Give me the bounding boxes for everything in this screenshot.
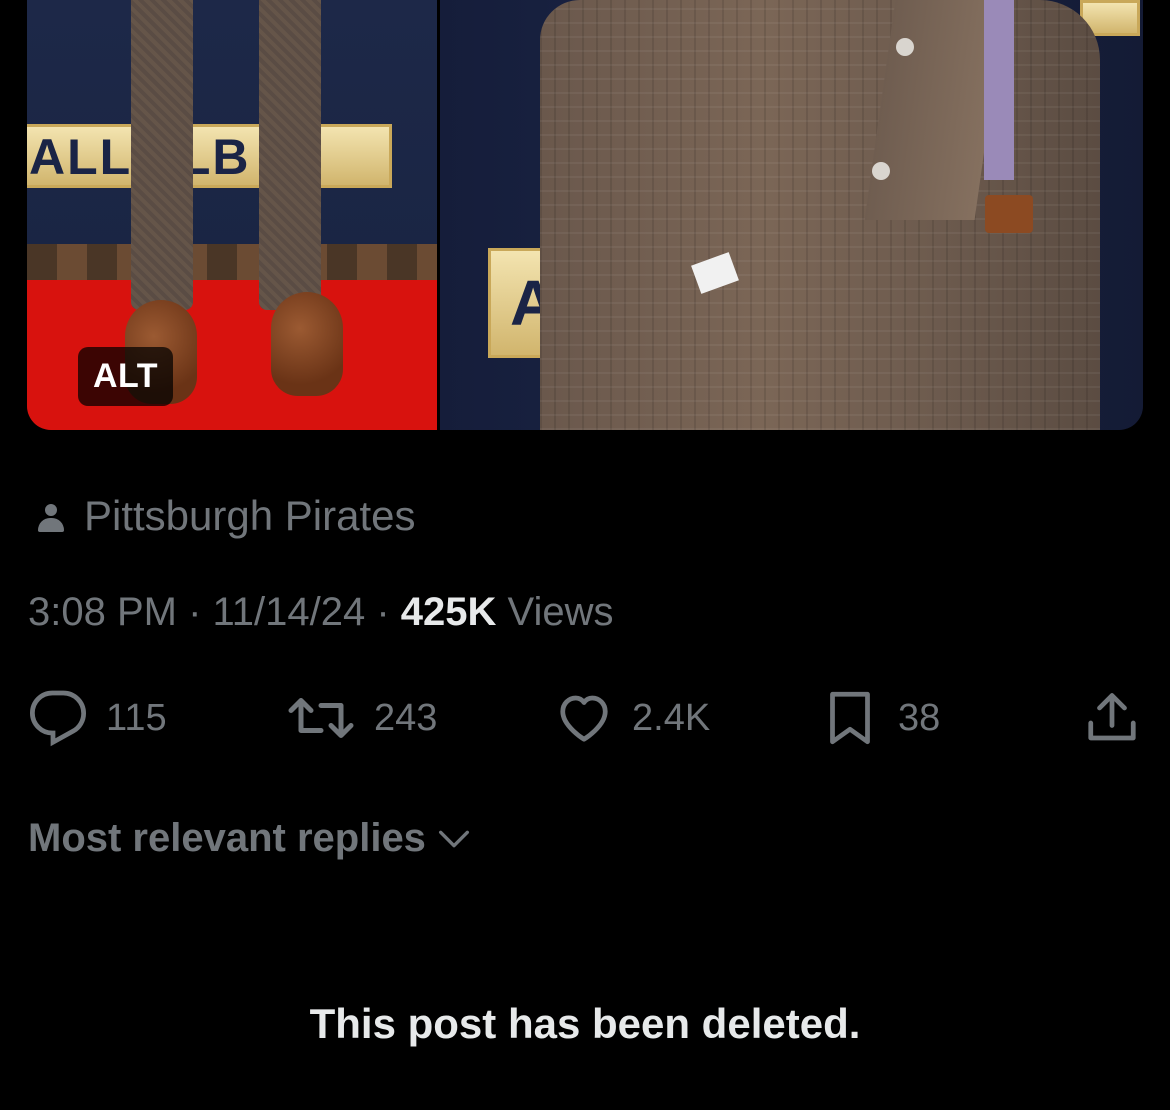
heart-icon <box>560 695 608 742</box>
belt <box>985 195 1033 233</box>
bookmark-button[interactable]: 38 <box>820 688 940 748</box>
share-button[interactable] <box>1082 688 1142 748</box>
replies-sort-toggle[interactable]: Most relevant replies <box>28 816 474 861</box>
reply-icon <box>29 690 87 747</box>
shirt <box>984 0 1014 180</box>
jacket-button <box>872 162 890 180</box>
views-count[interactable]: 425K <box>401 590 497 634</box>
chevron-down-icon <box>438 830 469 847</box>
meta-separator: · <box>176 590 213 634</box>
left-leg <box>131 0 193 310</box>
bookmark-count: 38 <box>898 696 941 739</box>
post-time[interactable]: 3:08 PM <box>28 590 177 634</box>
carpet-border <box>27 244 437 280</box>
reply-button[interactable]: 115 <box>28 688 167 748</box>
right-shoe <box>271 292 343 396</box>
right-leg <box>259 0 321 310</box>
like-button[interactable]: 2.4K <box>554 688 710 748</box>
author-row[interactable]: Pittsburgh Pirates <box>36 492 416 540</box>
deleted-post-notice: This post has been deleted. <box>309 1000 861 1047</box>
post-meta: 3:08 PM · 11/14/24 · 425K Views <box>28 590 614 635</box>
reply-count: 115 <box>106 696 167 739</box>
share-icon <box>1088 693 1136 741</box>
jacket-button <box>896 38 914 56</box>
repost-count: 243 <box>374 696 438 739</box>
meta-separator: · <box>365 590 401 634</box>
action-bar: 115 243 2.4K 38 <box>0 688 1170 748</box>
replies-sort-label: Most relevant replies <box>28 816 426 860</box>
media-grid: ALL LB AL ALT <box>27 0 1143 430</box>
like-count: 2.4K <box>632 696 711 739</box>
suit-jacket <box>540 0 1100 430</box>
shirt-cuff <box>691 252 739 294</box>
author-name[interactable]: Pittsburgh Pirates <box>84 492 416 540</box>
post-date[interactable]: 11/14/24 <box>213 590 366 634</box>
alt-text-badge[interactable]: ALT <box>78 347 174 406</box>
repost-button[interactable]: 243 <box>286 688 437 748</box>
post-detail: ALL LB AL ALT Pitt <box>0 0 1170 1110</box>
photo-right[interactable]: AL <box>440 0 1143 430</box>
repost-icon <box>288 698 354 738</box>
views-label[interactable]: Views <box>496 590 614 634</box>
person-icon <box>36 496 66 536</box>
bookmark-icon <box>830 691 870 745</box>
